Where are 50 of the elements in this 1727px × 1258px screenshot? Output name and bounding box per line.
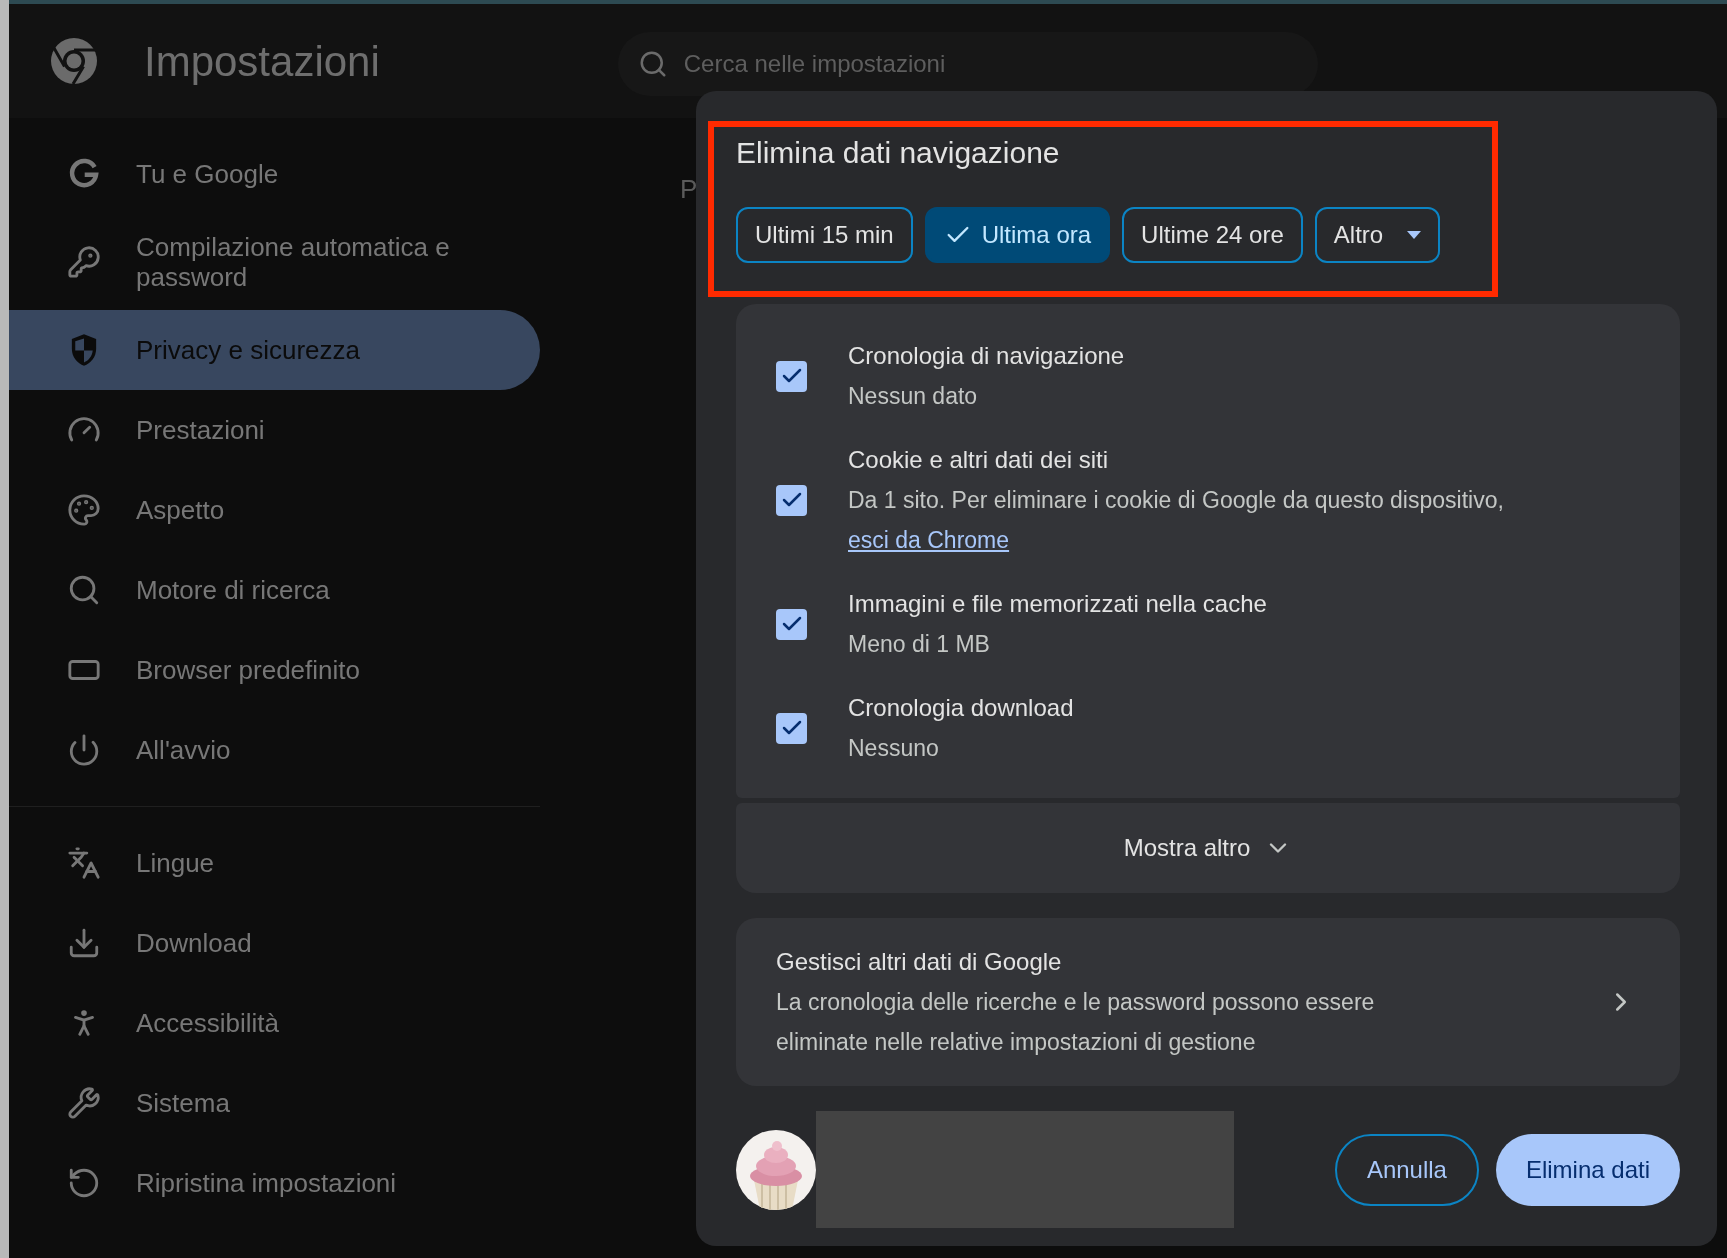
item-title: Cookie e altri dati dei siti <box>848 445 1109 475</box>
wrench-icon <box>67 1086 101 1120</box>
dialog-title: Elimina dati navigazione <box>736 135 1060 171</box>
manage-data-row[interactable]: Gestisci altri dati di Google La cronologia delle ricerche e le password possono essere eliminate nelle relative impostazioni di gestione <box>736 918 1680 1086</box>
sidebar-item[interactable]: Download <box>9 903 540 983</box>
item-title: Cronologia di navigazione <box>848 341 1125 371</box>
sidebar-item[interactable]: Sistema <box>9 1063 540 1143</box>
sidebar-item[interactable]: Aspetto <box>9 470 540 550</box>
sidebar-item[interactable]: All'avvio <box>9 710 540 790</box>
key-icon <box>67 245 101 279</box>
manage-description: La cronologia delle ricerche e le password possono essere eliminate nelle relative impostazioni di gestione <box>776 988 1376 1057</box>
checkbox[interactable] <box>776 360 807 392</box>
checkbox[interactable] <box>776 712 807 744</box>
power-icon <box>67 733 101 767</box>
show-more-button[interactable]: Mostra altro <box>736 803 1680 893</box>
sidebar-item[interactable]: Lingue <box>9 823 540 903</box>
sidebar-item[interactable]: Ripristina impostazioni <box>9 1143 540 1223</box>
manage-title: Gestisci altri dati di Google <box>776 947 1062 977</box>
time-range-chip[interactable]: Ultime 24 ore <box>1122 207 1303 263</box>
page-title: Impostazioni <box>144 36 380 87</box>
sign-out-link[interactable]: esci da Chrome <box>848 527 1010 553</box>
shield-icon <box>69 333 99 367</box>
item-description: Nessuno <box>848 734 940 763</box>
item-title: Immagini e file memorizzati nella cache <box>848 589 1267 619</box>
sidebar-item[interactable]: Motore di ricerca <box>9 550 540 630</box>
caret-icon <box>1407 231 1422 239</box>
chrome-logo-icon <box>50 37 98 85</box>
reset-icon <box>67 1166 101 1200</box>
checkbox[interactable] <box>776 608 807 640</box>
sidebar-item[interactable]: Prestazioni <box>9 390 540 470</box>
time-range-chip[interactable]: Ultima ora <box>924 207 1111 263</box>
palette-icon <box>67 493 101 527</box>
item-title: Cronologia download <box>848 693 1074 723</box>
item-description: Meno di 1 MB <box>848 630 991 659</box>
time-range-chip[interactable]: Ultimi 15 min <box>736 207 913 263</box>
download-icon <box>67 926 101 960</box>
checkbox[interactable] <box>776 484 807 516</box>
sidebar-item[interactable]: Tu e Google <box>9 134 540 214</box>
search-field[interactable]: Cerca nelle impostazioni <box>617 32 1318 96</box>
sidebar-item[interactable]: Accessibilità <box>9 983 540 1063</box>
section-heading: P <box>680 174 698 204</box>
item-description: Da 1 sito. Per eliminare i cookie di Google da questo dispositivo, esci da Chrome <box>848 486 1504 555</box>
translate-icon <box>67 846 101 880</box>
search-icon <box>67 573 101 607</box>
cancel-button[interactable]: Annulla <box>1334 1133 1479 1206</box>
sidebar-item[interactable]: Compilazione automatica e password <box>9 214 540 310</box>
item-description: Nessun dato <box>848 382 979 411</box>
sidebar-item[interactable]: Browser predefinito <box>9 630 540 710</box>
delete-data-button[interactable]: Elimina dati <box>1495 1133 1680 1206</box>
time-range-chip[interactable]: Altro <box>1314 207 1441 263</box>
